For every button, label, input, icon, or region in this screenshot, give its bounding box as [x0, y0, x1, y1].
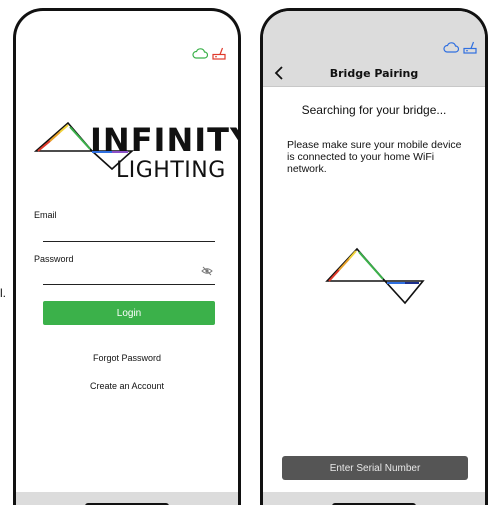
home-bar-area	[263, 492, 485, 505]
router-icon	[463, 41, 477, 54]
cloud-icon	[443, 42, 459, 53]
password-label: Password	[34, 254, 74, 264]
create-account-link[interactable]: Create an Account	[16, 381, 238, 391]
enter-serial-number-button[interactable]: Enter Serial Number	[282, 456, 468, 480]
cloud-icon	[192, 48, 208, 59]
email-field[interactable]	[43, 222, 215, 242]
router-icon	[212, 47, 226, 60]
nav-bar: Bridge Pairing	[263, 61, 485, 87]
home-bar-area	[16, 492, 238, 505]
logo-word-infinity: INFINITY	[90, 121, 241, 159]
password-field[interactable]	[43, 265, 215, 285]
login-screen: INFINITY LIGHTING Email Password Login F…	[13, 8, 241, 505]
searching-status-text: Searching for your bridge...	[301, 103, 447, 117]
wifi-instruction-text: Please make sure your mobile device is c…	[287, 139, 462, 175]
login-button[interactable]: Login	[43, 301, 215, 325]
logo-triangle-icon	[325, 247, 425, 305]
email-label: Email	[34, 210, 57, 220]
bridge-pairing-screen: Bridge Pairing Searching for your bridge…	[260, 8, 488, 505]
status-icons	[192, 47, 226, 60]
infinity-lighting-logo: INFINITY LIGHTING	[32, 119, 238, 191]
status-icons	[443, 41, 477, 54]
page-title: Bridge Pairing	[329, 67, 419, 80]
forgot-password-link[interactable]: Forgot Password	[16, 353, 238, 363]
stray-text: l.	[0, 286, 6, 300]
eye-slash-icon[interactable]	[201, 266, 213, 276]
logo-word-lighting: LIGHTING	[116, 158, 226, 183]
